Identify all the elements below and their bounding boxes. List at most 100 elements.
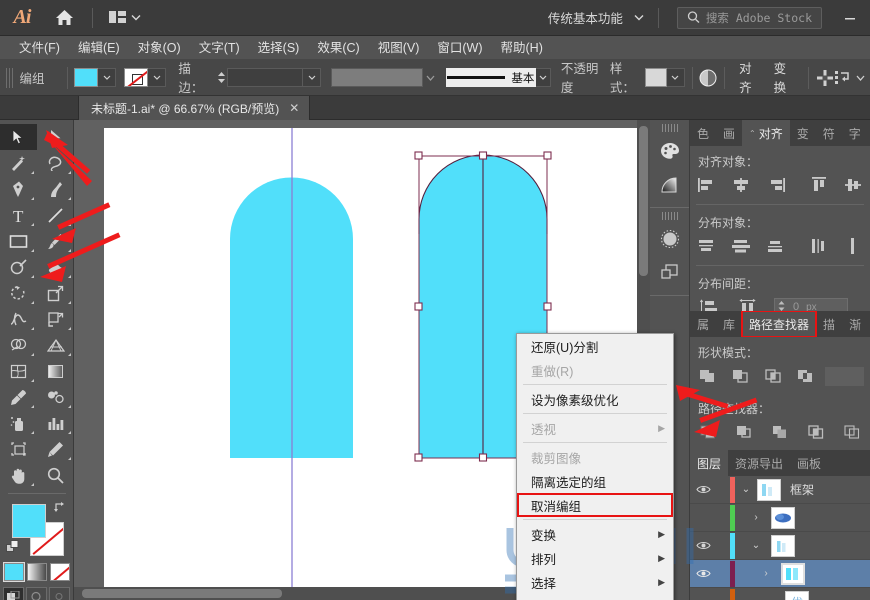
magic-wand-tool[interactable] [0, 150, 37, 176]
fill-swatch[interactable] [74, 68, 99, 87]
distribute-vertical-center-icon[interactable] [731, 235, 753, 257]
none-fill-mode[interactable] [49, 563, 70, 581]
workspace-switcher[interactable]: 传统基本功能 [542, 6, 650, 30]
divide-icon[interactable] [696, 421, 721, 443]
fill-color-swatch[interactable] [12, 504, 46, 538]
artboard-tool[interactable] [0, 436, 37, 462]
draw-inside-mode[interactable] [49, 587, 70, 600]
stroke-weight-control[interactable] [215, 68, 322, 87]
ctx-arrange[interactable]: 排列 ▶ [517, 546, 673, 570]
ctx-add-to-library[interactable]: 添加到库 [517, 594, 673, 600]
align-horizontal-center-icon[interactable] [731, 174, 753, 196]
tab-brushes[interactable]: 画 [716, 120, 742, 146]
column-graph-tool[interactable] [37, 410, 74, 436]
transparency-icon[interactable] [650, 256, 690, 290]
chevron-down-icon[interactable] [852, 67, 870, 89]
tab-stroke[interactable]: 描 [816, 311, 842, 337]
curvature-tool[interactable] [37, 176, 74, 202]
tab-align[interactable]: ⌃ 对齐 [742, 120, 790, 146]
layer-row[interactable]: ⌄ [690, 532, 870, 560]
expand-button[interactable] [825, 366, 865, 386]
minus-front-icon[interactable] [729, 365, 751, 387]
scrollbar-thumb[interactable] [639, 126, 648, 276]
chevron-right-icon[interactable]: › [755, 568, 777, 579]
chevron-down-icon[interactable]: ⌄ [759, 596, 781, 600]
tab-layers[interactable]: 图层 [690, 450, 729, 476]
crop-icon[interactable] [803, 421, 828, 443]
shape-builder-tool[interactable] [0, 332, 37, 358]
rotate-tool[interactable] [0, 280, 37, 306]
width-tool[interactable] [0, 306, 37, 332]
chevron-down-icon[interactable]: ⌄ [745, 540, 767, 551]
stroke-weight-label[interactable]: 描边： [178, 58, 210, 97]
ctx-make-pixel-perfect[interactable]: 设为像素级优化 [517, 387, 673, 411]
type-tool[interactable]: T [0, 202, 37, 228]
align-top-icon[interactable] [808, 174, 830, 196]
outline-icon[interactable] [839, 421, 864, 443]
menu-help[interactable]: 帮助(H) [492, 36, 552, 60]
layer-row[interactable]: ⌄ 优 [690, 588, 870, 600]
chevron-down-icon[interactable] [535, 68, 551, 87]
menu-select[interactable]: 选择(S) [249, 36, 309, 60]
rectangle-tool[interactable] [0, 228, 37, 254]
search-input[interactable]: 搜索 Adobe Stock [676, 6, 822, 29]
tab-character[interactable]: 字 [842, 120, 868, 146]
align-right-icon[interactable] [765, 174, 787, 196]
blend-tool[interactable] [37, 384, 74, 410]
eraser-tool[interactable] [37, 254, 74, 280]
gradient-icon[interactable] [650, 168, 690, 202]
transform-panel-link[interactable]: 变换 [766, 58, 802, 97]
layer-thumbnail[interactable] [771, 534, 795, 557]
scale-tool[interactable] [37, 280, 74, 306]
tab-pathfinder[interactable]: 路径查找器 [741, 311, 818, 337]
distribute-horizontal-center-icon[interactable] [842, 235, 864, 257]
opacity-label[interactable]: 不透明度 [560, 58, 602, 97]
eye-icon[interactable] [690, 484, 716, 495]
ctx-isolate-selected-group[interactable]: 隔离选定的组 [517, 469, 673, 493]
unite-icon[interactable] [696, 365, 718, 387]
menu-edit[interactable]: 编辑(E) [69, 36, 129, 60]
arrange-documents-icon[interactable] [101, 6, 149, 30]
layer-row[interactable]: ⌄ 框架 [690, 476, 870, 504]
chevron-right-icon[interactable]: › [745, 512, 767, 523]
menu-type[interactable]: 文字(T) [190, 36, 249, 60]
layer-row[interactable]: › [690, 560, 870, 588]
stroke-profile-dropdown[interactable]: 基本 [445, 68, 536, 87]
menu-file[interactable]: 文件(F) [10, 36, 69, 60]
symbol-sprayer-tool[interactable] [0, 410, 37, 436]
line-segment-tool[interactable] [37, 202, 74, 228]
gradient-fill-mode[interactable] [26, 563, 47, 581]
graphic-style-control[interactable] [644, 68, 685, 87]
tab-color[interactable]: 色 [690, 120, 716, 146]
align-left-icon[interactable] [696, 174, 718, 196]
fill-color-control[interactable] [74, 68, 117, 87]
draw-behind-mode[interactable] [26, 587, 47, 600]
swap-fill-stroke-icon[interactable] [53, 501, 66, 517]
color-palette-icon[interactable] [650, 134, 690, 168]
exclude-icon[interactable] [795, 365, 817, 387]
minimize-button[interactable] [830, 0, 870, 36]
paintbrush-tool[interactable] [37, 228, 74, 254]
stroke-color-control[interactable] [124, 68, 167, 87]
default-fill-stroke-icon[interactable] [6, 540, 20, 557]
trim-icon[interactable] [732, 421, 757, 443]
free-transform-tool[interactable] [37, 306, 74, 332]
ctx-ungroup[interactable]: 取消编组 [517, 493, 673, 517]
merge-icon[interactable] [768, 421, 793, 443]
close-icon[interactable]: ✕ [289, 101, 299, 115]
tab-asset-export[interactable]: 资源导出 [728, 450, 790, 476]
perspective-grid-tool[interactable] [37, 332, 74, 358]
layer-thumbnail[interactable] [757, 478, 781, 501]
layer-thumbnail[interactable] [771, 506, 795, 529]
pen-tool[interactable] [0, 176, 37, 202]
control-bar-grip[interactable] [6, 67, 13, 88]
distribute-spacing-icon[interactable] [834, 67, 852, 89]
appearance-icon[interactable] [650, 222, 690, 256]
layer-thumbnail[interactable] [781, 562, 805, 585]
stroke-weight-input[interactable] [227, 68, 304, 87]
distribute-top-icon[interactable] [696, 235, 718, 257]
eye-icon[interactable] [690, 568, 716, 579]
rail-grip[interactable] [661, 124, 678, 132]
eyedropper-tool[interactable] [0, 384, 37, 410]
lasso-tool[interactable] [37, 150, 74, 176]
